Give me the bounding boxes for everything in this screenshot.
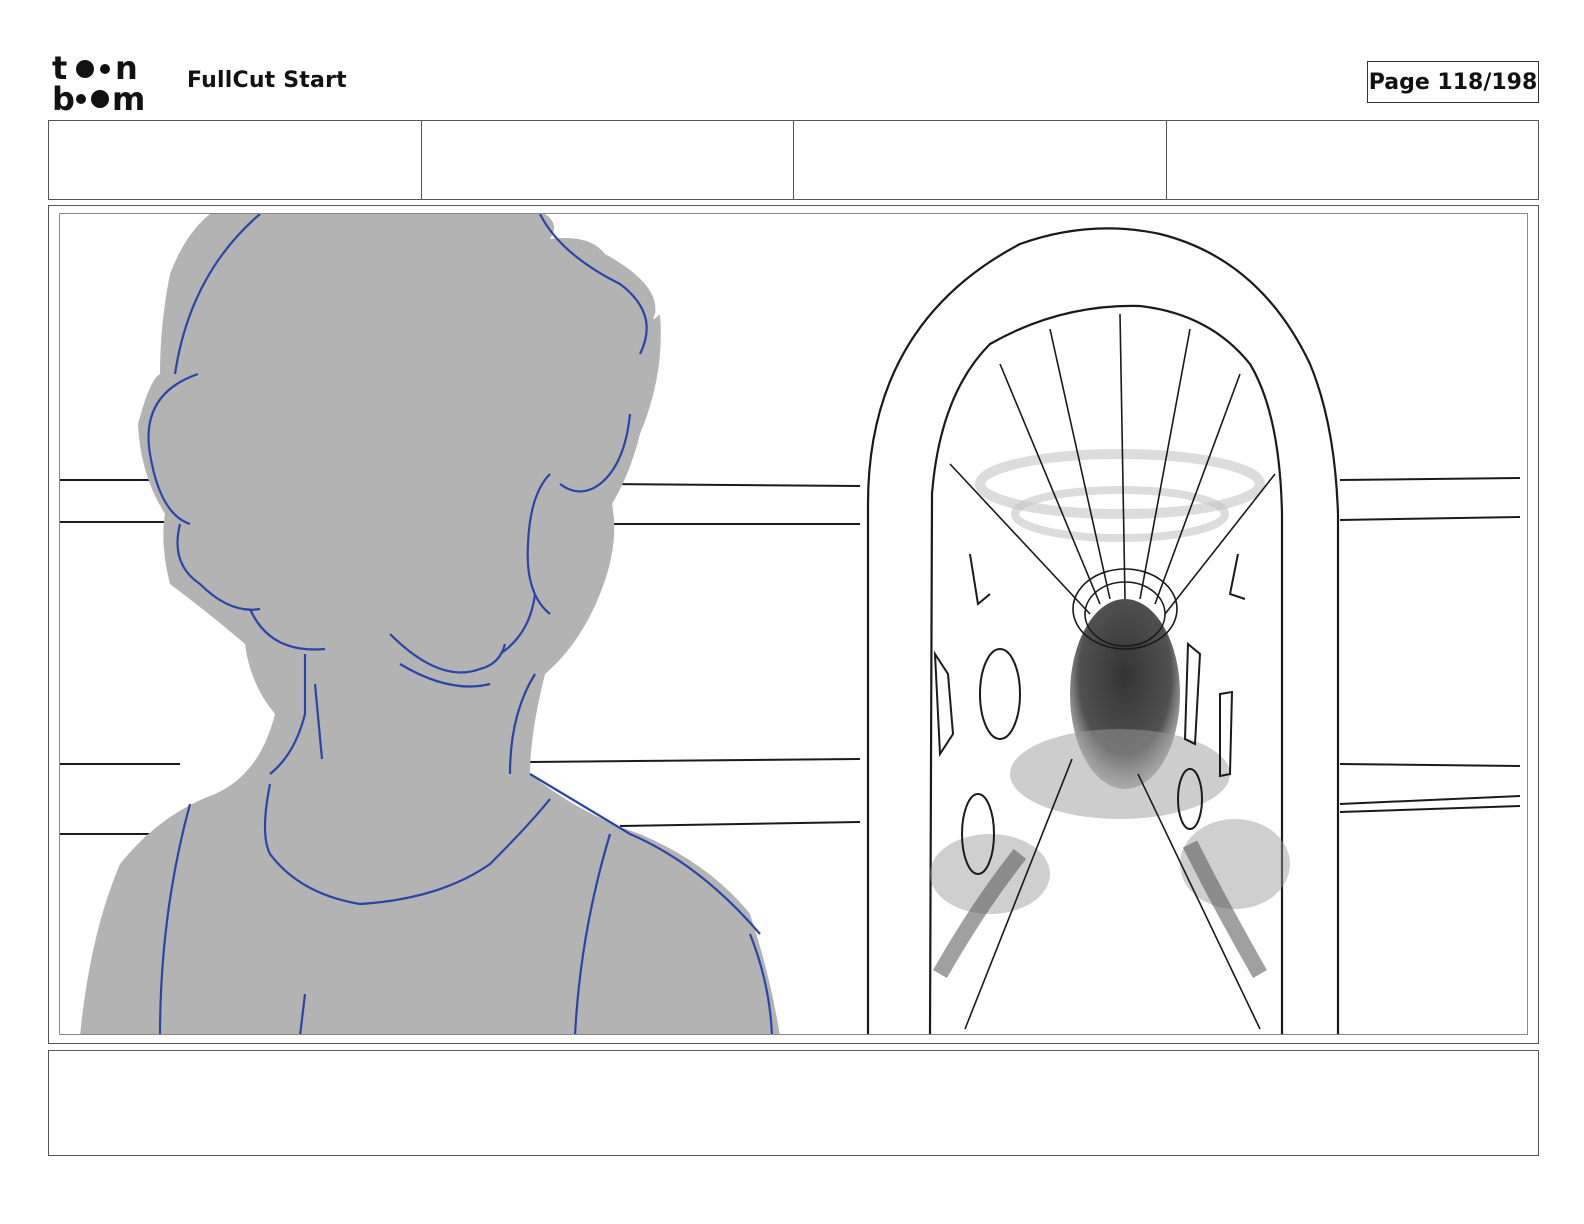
svg-text:m: m xyxy=(112,80,145,112)
svg-text:b: b xyxy=(52,80,75,112)
panel-drawing-area xyxy=(59,213,1528,1035)
info-cell-2 xyxy=(422,121,794,199)
toonboom-logo: t n b m xyxy=(52,49,164,118)
character-silhouette xyxy=(80,214,780,1034)
info-cell-1 xyxy=(49,121,422,199)
tunnel-shading xyxy=(930,449,1290,978)
page-number: Page 118/198 xyxy=(1367,61,1539,103)
storyboard-sketch xyxy=(60,214,1521,1034)
storyboard-panel xyxy=(48,205,1539,1044)
panel-info-row xyxy=(48,120,1539,200)
document-title: FullCut Start xyxy=(187,68,347,93)
info-cell-3 xyxy=(794,121,1167,199)
panel-notes-box xyxy=(48,1050,1539,1156)
info-cell-4 xyxy=(1167,121,1539,199)
